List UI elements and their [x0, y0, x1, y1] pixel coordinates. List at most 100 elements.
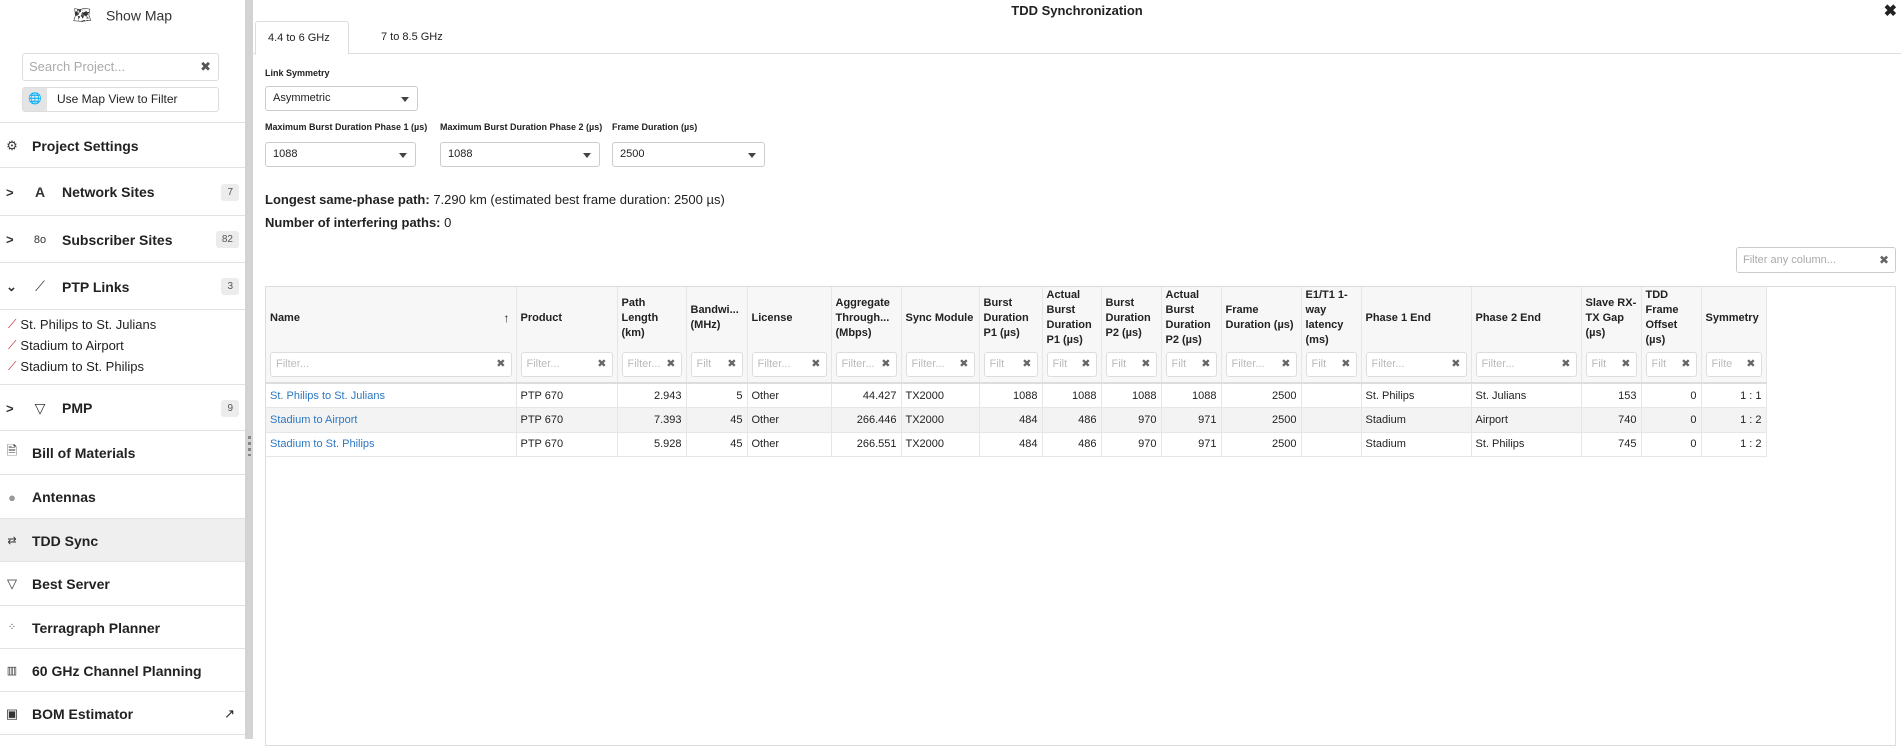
clear-filter-icon[interactable]: ✖ — [879, 353, 891, 376]
column-filter-input[interactable]: Filter... ✖ — [621, 352, 682, 377]
column-header[interactable]: License Filter... ✖ — [747, 287, 832, 384]
clear-filter-icon[interactable]: ✖ — [957, 353, 969, 376]
sidebar-item-tdd-sync[interactable]: ⇄ TDD Sync — [0, 518, 245, 561]
link-name[interactable]: Stadium to St. Philips — [270, 438, 375, 450]
table-cell: St. Philips to St. Julians — [266, 383, 517, 408]
column-header[interactable]: Burst Duration P1 (µs) Filt ✖ — [979, 287, 1043, 384]
table-row[interactable]: St. Philips to St. Julians PTP 670 2.943 5 O… — [266, 383, 1767, 408]
clear-filter-icon[interactable]: ✖ — [664, 353, 676, 376]
sidebar-item-antennas[interactable]: ● Antennas — [0, 474, 245, 518]
clear-filter-icon[interactable]: ✖ — [1079, 353, 1091, 376]
clear-filter-icon[interactable]: ✖ — [1744, 353, 1756, 376]
link-name[interactable]: St. Philips to St. Julians — [270, 390, 385, 402]
table-cell: Stadium to St. Philips — [266, 432, 517, 457]
sidebar-item-project-settings[interactable]: ⚙ Project Settings — [0, 122, 245, 167]
column-header[interactable]: Bandwi... (MHz) Filt ✖ — [686, 287, 748, 384]
column-filter-input[interactable]: Filt ✖ — [983, 352, 1038, 377]
clear-filter-icon[interactable]: ✖ — [1279, 353, 1291, 376]
burst-p1-select[interactable]: 1088 — [265, 142, 416, 167]
sidebar-item-bom-estimator[interactable]: ▣ BOM Estimator ↗ — [0, 691, 245, 735]
filter-placeholder: Filter... — [1481, 358, 1515, 370]
external-link-icon[interactable]: ↗ — [224, 706, 235, 722]
column-header[interactable]: Frame Duration (µs) Filter... ✖ — [1221, 287, 1302, 384]
table-row[interactable]: Stadium to Airport PTP 670 7.393 45 Other 266… — [266, 407, 1767, 433]
clear-filter-icon[interactable]: ✖ — [725, 353, 737, 376]
tab-7-to-8-5-ghz[interactable]: 7 to 8.5 GHz — [381, 21, 443, 55]
clear-filter-icon[interactable]: ✖ — [1559, 353, 1571, 376]
frame-duration-select[interactable]: 2500 — [612, 142, 765, 167]
column-header[interactable]: Actual Burst Duration P2 (µs) Filt ✖ — [1161, 287, 1222, 384]
column-filter-input[interactable]: Filter... ✖ — [751, 352, 827, 377]
column-header[interactable]: Aggregate Through... (Mbps) Filter... ✖ — [831, 287, 902, 384]
column-filter-input[interactable]: Filter... ✖ — [520, 352, 613, 377]
column-filter-input[interactable]: Filter... ✖ — [905, 352, 975, 377]
column-header[interactable]: Sync Module Filter... ✖ — [901, 287, 980, 384]
page-title: TDD Synchronization — [1011, 3, 1143, 18]
column-header[interactable]: E1/T1 1-way latency (ms) Filt ✖ — [1301, 287, 1362, 384]
ptp-link-item[interactable]: ⟋ St. Philips to St. Julians — [8, 317, 156, 332]
clear-filter-icon[interactable]: ✖ — [1619, 353, 1631, 376]
sort-ascending-icon[interactable]: ↑ — [504, 311, 510, 325]
column-filter-input[interactable]: Filter... ✖ — [1225, 352, 1297, 377]
sidebar-item-subscriber-sites[interactable]: >8o Subscriber Sites 82 — [0, 215, 245, 262]
column-filter-input[interactable]: Filt ✖ — [690, 352, 743, 377]
clear-filter-icon[interactable]: ✖ — [1449, 353, 1461, 376]
column-header[interactable]: Symmetry Filte ✖ — [1701, 287, 1767, 384]
drag-grip-icon[interactable] — [248, 436, 251, 456]
sidebar-item-terragraph-planner[interactable]: ⁘ Terragraph Planner — [0, 605, 245, 648]
column-header[interactable]: Phase 2 End Filter... ✖ — [1471, 287, 1582, 384]
column-header[interactable]: Name ↑ Filter... ✖ — [266, 287, 517, 384]
column-header[interactable]: Product Filter... ✖ — [516, 287, 618, 384]
sidebar-item-ptp-links[interactable]: ⌄ ⟋ PTP Links 3 — [0, 262, 245, 309]
column-filter-input[interactable]: Filter... ✖ — [270, 352, 512, 377]
column-header[interactable]: Phase 1 End Filter... ✖ — [1361, 287, 1472, 384]
column-header[interactable]: Path Length (km) Filter... ✖ — [617, 287, 687, 384]
search-project-input[interactable]: Search Project... ✖ — [22, 53, 219, 81]
tab-4-4-to-6-ghz[interactable]: 4.4 to 6 GHz — [255, 21, 349, 55]
column-filter-input[interactable]: Filt ✖ — [1046, 352, 1097, 377]
clear-filter-icon[interactable]: ✖ — [1139, 353, 1151, 376]
clear-filter-icon[interactable]: ✖ — [1679, 353, 1691, 376]
column-header[interactable]: Burst Duration P2 (µs) Filt ✖ — [1101, 287, 1162, 384]
sidebar-item-60ghz-channel-planning[interactable]: ▥ 60 GHz Channel Planning — [0, 648, 245, 691]
column-filter-input[interactable]: Filter... ✖ — [1475, 352, 1577, 377]
column-filter-input[interactable]: Filter... ✖ — [835, 352, 897, 377]
column-header[interactable]: Actual Burst Duration P1 (µs) Filt ✖ — [1042, 287, 1102, 384]
use-map-view-filter-button[interactable]: 🌐 Use Map View to Filter — [22, 87, 219, 112]
column-filter-input[interactable]: Filt ✖ — [1305, 352, 1357, 377]
ptp-link-item[interactable]: ⟋ Stadium to Airport — [8, 338, 124, 353]
show-map-button[interactable]: 🗺 Show Map — [0, 6, 245, 24]
sidebar-item-network-sites[interactable]: > A Network Sites 7 — [0, 167, 245, 215]
column-header[interactable]: Slave RX-TX Gap (µs) Filt ✖ — [1581, 287, 1642, 384]
column-header[interactable]: TDD Frame Offset (µs) Filt ✖ — [1641, 287, 1702, 384]
clear-filter-icon[interactable]: ✖ — [595, 353, 607, 376]
clear-filter-icon[interactable]: ✖ — [494, 353, 506, 376]
column-filter-input[interactable]: Filt ✖ — [1165, 352, 1217, 377]
sidebar-item-best-server[interactable]: ▽ Best Server — [0, 561, 245, 605]
chevron-right-icon[interactable]: > — [6, 232, 14, 247]
ptp-link-item[interactable]: ⟋ Stadium to St. Philips — [8, 359, 144, 374]
chevron-right-icon[interactable]: > — [6, 185, 14, 200]
clear-search-icon[interactable]: ✖ — [200, 54, 211, 80]
column-filter-input[interactable]: Filter... ✖ — [1365, 352, 1467, 377]
column-filter-input[interactable]: Filte ✖ — [1705, 352, 1762, 377]
sidebar-item-pmp[interactable]: > ▽ PMP 9 — [0, 384, 245, 430]
clear-filter-icon[interactable]: ✖ — [1879, 248, 1889, 272]
column-filter-input[interactable]: Filt ✖ — [1105, 352, 1157, 377]
filter-any-column-input[interactable]: Filter any column... ✖ — [1736, 247, 1896, 273]
column-filter-input[interactable]: Filt ✖ — [1585, 352, 1637, 377]
table-row[interactable]: Stadium to St. Philips PTP 670 5.928 45 Othe… — [266, 432, 1767, 457]
chevron-down-icon[interactable]: ⌄ — [6, 279, 17, 295]
link-name[interactable]: Stadium to Airport — [270, 414, 357, 426]
clear-filter-icon[interactable]: ✖ — [1020, 353, 1032, 376]
close-icon[interactable]: ✖ — [1884, 1, 1897, 21]
clear-filter-icon[interactable]: ✖ — [1199, 353, 1211, 376]
chevron-right-icon[interactable]: > — [6, 401, 14, 416]
burst-p2-select[interactable]: 1088 — [440, 142, 600, 167]
clear-filter-icon[interactable]: ✖ — [809, 353, 821, 376]
sidebar-item-bill-of-materials[interactable]: 🗎 Bill of Materials — [0, 430, 245, 474]
link-symmetry-select[interactable]: Asymmetric — [265, 86, 418, 111]
clear-filter-icon[interactable]: ✖ — [1339, 353, 1351, 376]
sidebar-resize-handle[interactable] — [245, 0, 253, 739]
column-filter-input[interactable]: Filt ✖ — [1645, 352, 1697, 377]
